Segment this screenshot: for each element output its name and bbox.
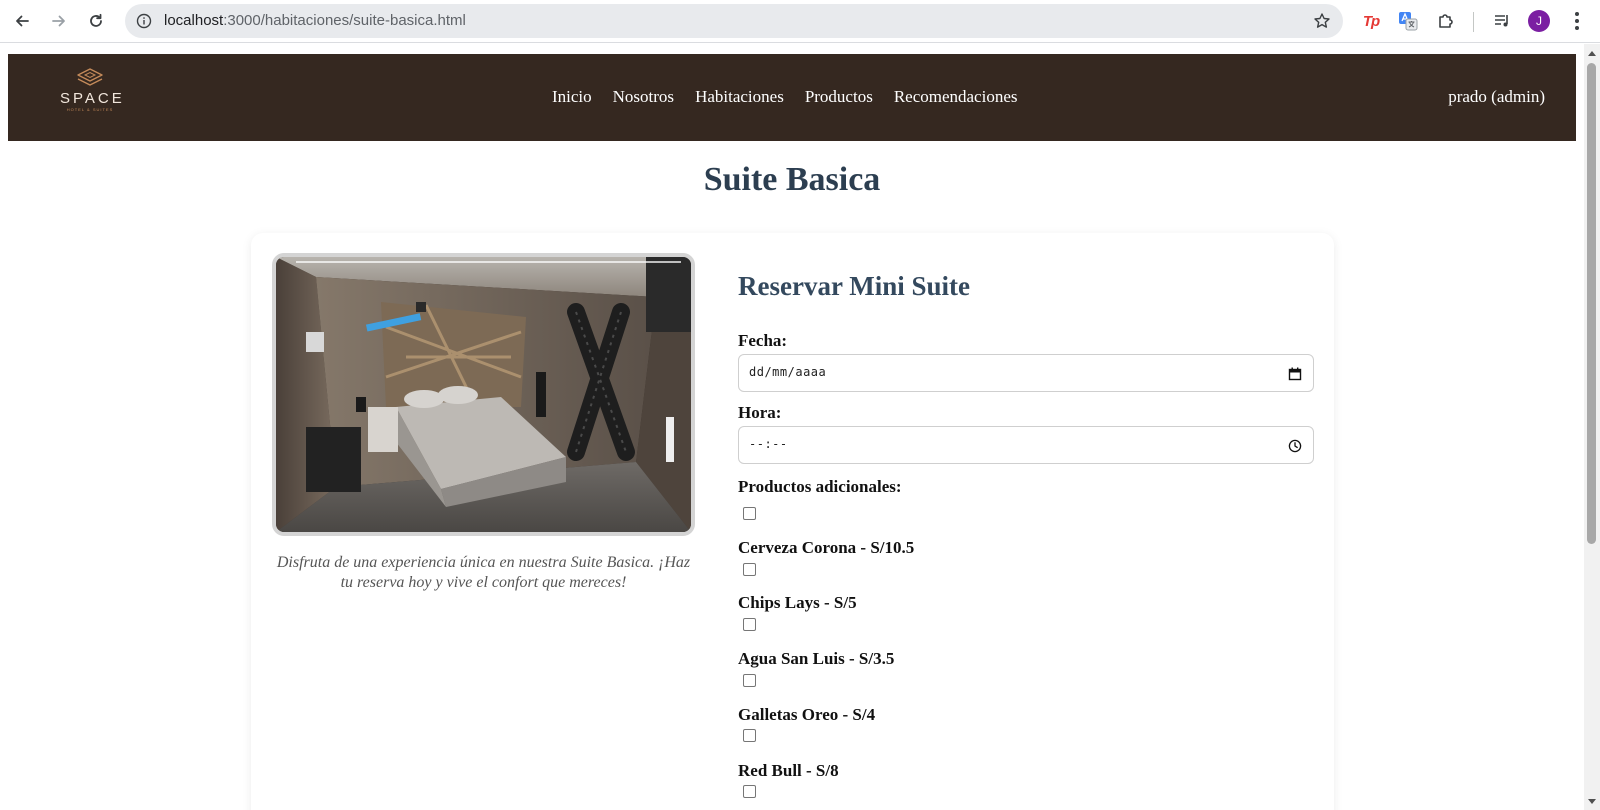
nav-link-productos[interactable]: Productos bbox=[805, 87, 873, 107]
product-checkbox-lays[interactable] bbox=[743, 563, 756, 576]
site-header: SPACE HOTEL & SUITES Inicio Nosotros Hab… bbox=[8, 54, 1576, 141]
url-text[interactable]: localhost:3000/habitaciones/suite-basica… bbox=[164, 12, 466, 29]
date-placeholder: dd/mm/aaaa bbox=[749, 365, 827, 379]
room-description: Disfruta de una experiencia única en nue… bbox=[276, 554, 691, 591]
media-queue-icon[interactable] bbox=[1490, 9, 1514, 33]
product-checkbox-extra[interactable] bbox=[743, 785, 756, 798]
page-viewport: SPACE HOTEL & SUITES Inicio Nosotros Hab… bbox=[0, 44, 1584, 810]
page-scrollbar[interactable] bbox=[1584, 44, 1600, 810]
bookmark-star-icon[interactable] bbox=[1311, 10, 1333, 32]
logged-in-user[interactable]: prado (admin) bbox=[1448, 87, 1545, 107]
tp-extension-icon[interactable]: Tp bbox=[1359, 9, 1383, 33]
extensions-puzzle-icon[interactable] bbox=[1434, 9, 1458, 33]
site-logo[interactable]: SPACE HOTEL & SUITES bbox=[60, 68, 125, 124]
product-label-red-bull[interactable]: Red Bull - S/8 bbox=[738, 761, 839, 781]
url-host: localhost bbox=[164, 12, 224, 29]
logo-diamond-icon bbox=[77, 68, 103, 86]
nav-link-inicio[interactable]: Inicio bbox=[552, 87, 592, 107]
product-label-corona[interactable]: Cerveza Corona - S/10.5 bbox=[738, 538, 914, 558]
nav-link-recomendaciones[interactable]: Recomendaciones bbox=[894, 87, 1018, 107]
main-navigation: Inicio Nosotros Habitaciones Productos R… bbox=[552, 87, 1018, 107]
profile-avatar[interactable]: J bbox=[1528, 10, 1550, 32]
product-label-lays[interactable]: Chips Lays - S/5 bbox=[738, 593, 857, 613]
time-input[interactable]: --:-- bbox=[738, 426, 1314, 464]
room-photo-illustration bbox=[276, 257, 691, 532]
logo-brand-text: SPACE bbox=[60, 90, 125, 107]
url-path: :3000/habitaciones/suite-basica.html bbox=[223, 12, 466, 29]
logo-tagline: HOTEL & SUITES bbox=[66, 107, 114, 112]
products-label: Productos adicionales: bbox=[738, 477, 902, 496]
product-checkbox-san-luis[interactable] bbox=[743, 618, 756, 631]
translate-extension-icon[interactable] bbox=[1396, 9, 1420, 33]
site-info-icon[interactable] bbox=[133, 10, 155, 32]
toolbar-separator bbox=[1473, 12, 1474, 32]
nav-link-nosotros[interactable]: Nosotros bbox=[613, 87, 674, 107]
product-checkbox-corona[interactable] bbox=[743, 507, 756, 520]
date-input[interactable]: dd/mm/aaaa bbox=[738, 354, 1314, 392]
product-checkbox-oreo[interactable] bbox=[743, 674, 756, 687]
time-label: Hora: bbox=[738, 403, 782, 422]
scroll-thumb[interactable] bbox=[1587, 63, 1596, 544]
product-label-oreo[interactable]: Galletas Oreo - S/4 bbox=[738, 705, 875, 725]
room-photo bbox=[272, 253, 695, 536]
back-arrow-icon[interactable] bbox=[7, 6, 37, 36]
nav-link-habitaciones[interactable]: Habitaciones bbox=[695, 87, 784, 107]
address-bar[interactable]: localhost:3000/habitaciones/suite-basica… bbox=[125, 4, 1343, 38]
browser-toolbar: localhost:3000/habitaciones/suite-basica… bbox=[0, 0, 1600, 43]
forward-arrow-icon[interactable] bbox=[44, 6, 74, 36]
time-placeholder: --:-- bbox=[749, 437, 788, 451]
product-label-san-luis[interactable]: Agua San Luis - S/3.5 bbox=[738, 649, 894, 669]
scroll-up-icon[interactable] bbox=[1588, 51, 1596, 56]
booking-form-title: Reservar Mini Suite bbox=[738, 271, 970, 301]
room-booking-card: Disfruta de una experiencia única en nue… bbox=[251, 233, 1334, 810]
page-title: Suite Basica bbox=[703, 161, 881, 198]
clock-icon[interactable] bbox=[1287, 438, 1303, 454]
scroll-down-icon[interactable] bbox=[1588, 799, 1596, 804]
date-label: Fecha: bbox=[738, 331, 788, 350]
calendar-icon[interactable] bbox=[1287, 366, 1303, 382]
product-checkbox-red-bull[interactable] bbox=[743, 729, 756, 742]
browser-menu-icon[interactable] bbox=[1565, 9, 1589, 33]
reload-icon[interactable] bbox=[81, 6, 111, 36]
